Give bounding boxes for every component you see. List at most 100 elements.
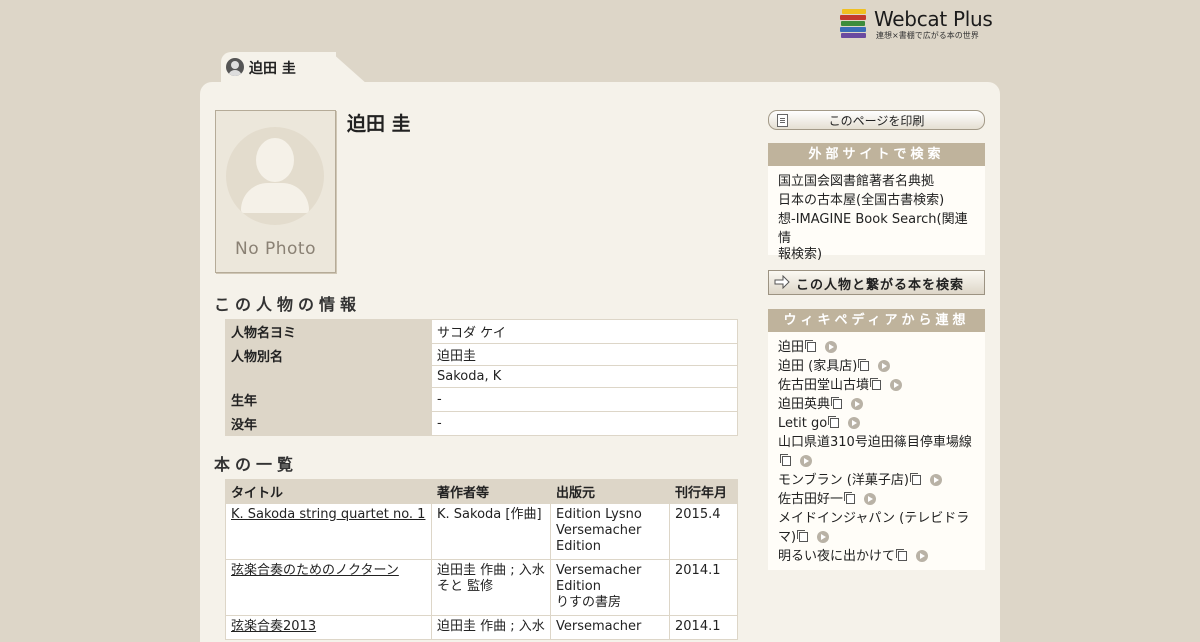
external-link-imagine[interactable]: 想-IMAGINE Book Search(関連情 報検索) — [768, 210, 985, 264]
silhouette-icon — [256, 138, 294, 182]
go-arrow-icon[interactable] — [848, 417, 861, 429]
copy-icon[interactable] — [780, 454, 791, 466]
publisher-line: Versemacher — [556, 619, 642, 634]
wiki-item-label[interactable]: メイドインジャパン (テレビドラ — [778, 509, 975, 528]
book-title-link[interactable]: 弦楽合奏2013 — [231, 619, 316, 634]
go-arrow-icon[interactable] — [929, 474, 942, 486]
book-date-cell: 2014.1 — [669, 559, 738, 616]
column-header: 刊行年月 — [669, 479, 738, 504]
wiki-item-label[interactable]: 迫田 (家具店) — [778, 359, 857, 374]
no-photo-placeholder: No Photo — [215, 110, 336, 273]
wiki-item-label[interactable]: 迫田英典 — [778, 397, 830, 412]
wikipedia-list: 迫田 迫田 (家具店) 佐古田堂山古墳 迫田英典 Letit go 山口県道31… — [768, 332, 985, 570]
copy-icon[interactable] — [858, 359, 870, 371]
info-value: - — [431, 387, 738, 412]
book-authors-cell: K. Sakoda [作曲] — [431, 503, 551, 560]
column-header: 著作者等 — [431, 479, 551, 504]
wiki-item[interactable]: 佐古田堂山古墳 — [768, 376, 985, 395]
wiki-item[interactable]: 山口県道310号迫田篠目停車場線 — [768, 433, 985, 471]
author-line: 迫田圭 作曲 ; 入水 — [437, 563, 545, 578]
publisher-line: Versemacher — [556, 563, 642, 578]
print-page-button[interactable]: このページを印刷 — [768, 110, 985, 130]
books-table: タイトル 著作者等 出版元 刊行年月 K. Sakoda string quar… — [225, 479, 738, 640]
wiki-item[interactable]: メイドインジャパン (テレビドラマ) — [768, 509, 985, 547]
external-link-line: 想-IMAGINE Book Search(関連情 — [778, 212, 968, 246]
arrow-right-icon — [774, 275, 790, 289]
book-title-cell: 弦楽合奏2013 — [225, 615, 432, 640]
wiki-item[interactable]: 迫田英典 — [768, 395, 985, 414]
go-arrow-icon[interactable] — [825, 341, 838, 353]
person-icon — [226, 58, 244, 76]
tab-label: 迫田 圭 — [249, 61, 296, 77]
go-arrow-icon[interactable] — [817, 531, 830, 543]
wiki-item-label[interactable]: 迫田 — [778, 340, 804, 355]
table-row: 没年 - — [225, 411, 738, 436]
wiki-item[interactable]: 佐古田好一 — [768, 490, 985, 509]
book-publisher-cell: Versemacher Edition りすの書房 — [550, 559, 670, 616]
table-row: 生年 - — [225, 387, 738, 412]
wiki-item[interactable]: 迫田 (家具店) — [768, 357, 985, 376]
table-row: K. Sakoda string quartet no. 1 K. Sakoda… — [225, 503, 738, 560]
print-label: このページを印刷 — [828, 114, 925, 128]
go-arrow-icon[interactable] — [878, 360, 891, 372]
info-value: 迫田圭 — [431, 343, 738, 366]
copy-icon[interactable] — [828, 416, 840, 428]
column-header: 出版元 — [550, 479, 670, 504]
books-heading: 本の一覧 — [214, 455, 299, 474]
column-header: タイトル — [225, 479, 432, 504]
info-key: 人物名ヨミ — [225, 319, 432, 344]
book-title-link[interactable]: 弦楽合奏のためのノクターン — [231, 563, 399, 578]
table-row: 弦楽合奏のためのノクターン 迫田圭 作曲 ; 入水 そと 監修 Versemac… — [225, 559, 738, 616]
wiki-item[interactable]: 明るい夜に出かけて — [768, 547, 985, 566]
go-arrow-icon[interactable] — [916, 550, 929, 562]
copy-icon[interactable] — [896, 549, 908, 561]
book-title-cell: 弦楽合奏のためのノクターン — [225, 559, 432, 616]
go-arrow-icon[interactable] — [800, 455, 812, 467]
wiki-item-label[interactable]: 山口県道310号迫田篠目停車場線 — [778, 433, 975, 452]
logo-stripes-icon — [840, 9, 868, 39]
publisher-line: Edition — [556, 539, 601, 554]
copy-icon[interactable] — [797, 530, 809, 542]
publisher-line: Edition — [556, 579, 601, 594]
go-arrow-icon[interactable] — [851, 398, 864, 410]
copy-icon[interactable] — [909, 473, 921, 485]
wiki-item-label-cont[interactable]: マ) — [778, 530, 796, 545]
table-row: 人物別名 迫田圭 — [225, 343, 738, 388]
info-value: - — [431, 411, 738, 436]
wikipedia-heading: ウィキペディアから連想 — [768, 309, 985, 332]
copy-icon[interactable] — [844, 492, 856, 504]
wiki-item-label[interactable]: モンブラン (洋菓子店) — [778, 473, 909, 488]
external-link-ndl[interactable]: 国立国会図書館著者名典拠 — [768, 172, 985, 191]
book-title-link[interactable]: K. Sakoda string quartet no. 1 — [231, 507, 425, 522]
table-row: 弦楽合奏2013 迫田圭 作曲 ; 入水 Versemacher 2014.1 — [225, 615, 738, 640]
info-key: 没年 — [225, 411, 432, 436]
publisher-line: Edition Lysno — [556, 507, 642, 522]
info-value: サコダ ケイ — [431, 319, 738, 344]
person-info-table: 人物名ヨミ サコダ ケイ 人物別名 迫田圭 Sakoda, K 生年 - 没年 … — [225, 319, 738, 436]
external-links-box: 国立国会図書館著者名典拠 日本の古本屋(全国古書検索) 想-IMAGINE Bo… — [768, 166, 985, 262]
info-heading: この人物の情報 — [214, 295, 362, 314]
wiki-item-label[interactable]: 明るい夜に出かけて — [778, 549, 895, 564]
wiki-item[interactable]: Letit go — [768, 414, 985, 433]
go-arrow-icon[interactable] — [864, 493, 877, 505]
external-link-kosho[interactable]: 日本の古本屋(全国古書検索) — [768, 191, 985, 210]
info-value: Sakoda, K — [431, 365, 738, 388]
copy-icon[interactable] — [870, 378, 882, 390]
wiki-item-label[interactable]: 佐古田好一 — [778, 492, 843, 507]
table-header-row: タイトル 著作者等 出版元 刊行年月 — [225, 479, 738, 504]
external-search-heading: 外部サイトで検索 — [768, 143, 985, 166]
book-authors-cell: 迫田圭 作曲 ; 入水 — [431, 615, 551, 640]
search-related-books-button[interactable]: この人物と繋がる本を検索 — [768, 270, 985, 295]
author-line: K. Sakoda [作曲] — [437, 507, 542, 522]
search-related-books-label: この人物と繋がる本を検索 — [796, 278, 965, 293]
go-arrow-icon[interactable] — [890, 379, 903, 391]
logo-title: Webcat Plus — [874, 7, 993, 31]
wiki-item-label[interactable]: Letit go — [778, 416, 827, 431]
copy-icon[interactable] — [805, 340, 817, 352]
webcat-plus-logo[interactable]: Webcat Plus 連想×書棚で広がる本の世界 — [840, 7, 1000, 42]
author-line: 迫田圭 作曲 ; 入水 — [437, 619, 545, 634]
wiki-item[interactable]: モンブラン (洋菓子店) — [768, 471, 985, 490]
copy-icon[interactable] — [831, 397, 843, 409]
wiki-item-label[interactable]: 佐古田堂山古墳 — [778, 378, 869, 393]
wiki-item[interactable]: 迫田 — [768, 338, 985, 357]
